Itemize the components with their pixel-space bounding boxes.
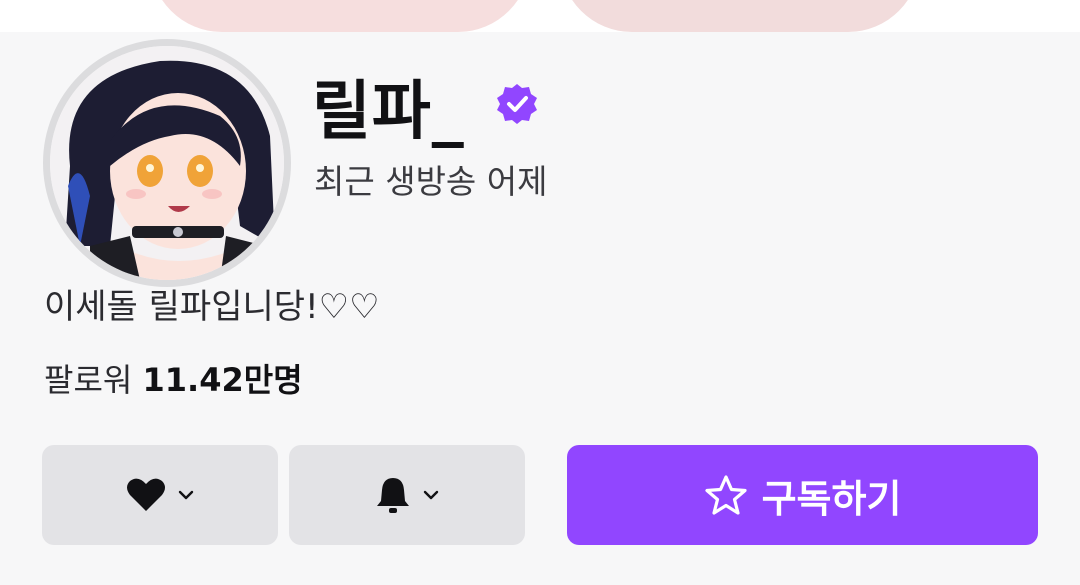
followers-label: 팔로워 xyxy=(44,361,133,399)
star-icon xyxy=(704,475,747,515)
channel-avatar[interactable] xyxy=(43,39,291,287)
channel-bio: 이세돌 릴파입니당!♡♡ xyxy=(44,287,380,327)
heart-icon xyxy=(127,478,165,511)
last-live-status: 최근 생방송 어제 xyxy=(314,162,548,201)
notification-button[interactable] xyxy=(289,445,525,545)
channel-name: 릴파_ xyxy=(312,75,465,149)
avatar-image xyxy=(50,46,284,280)
channel-banner xyxy=(0,0,1080,32)
bell-icon xyxy=(377,478,409,513)
banner-art-left xyxy=(150,0,530,32)
chevron-down-icon xyxy=(178,490,194,500)
follow-button[interactable] xyxy=(42,445,278,545)
chevron-down-icon xyxy=(423,490,439,500)
avatar-illustration xyxy=(50,46,284,280)
followers-value: 11.42만명 xyxy=(142,361,303,399)
verified-badge-icon xyxy=(497,84,537,124)
followers-count: 팔로워 11.42만명 xyxy=(44,358,303,402)
channel-profile-card: 릴파_ 최근 생방송 어제 이세돌 릴파입니당!♡♡ 팔로워 11.42만명 구… xyxy=(0,32,1080,585)
subscribe-label: 구독하기 xyxy=(761,476,902,521)
subscribe-button[interactable]: 구독하기 xyxy=(567,445,1038,545)
banner-art-right xyxy=(560,0,920,32)
